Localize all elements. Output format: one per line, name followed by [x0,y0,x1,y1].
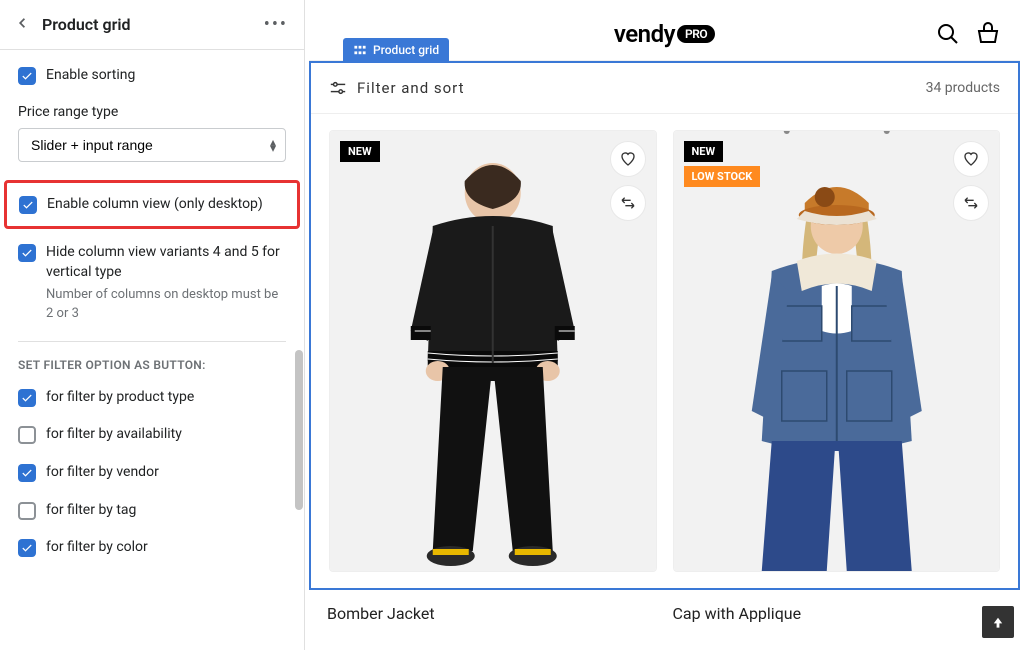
checkbox-checked-icon [18,539,36,557]
sliders-icon [329,79,347,97]
enable-sorting-label: Enable sorting [46,66,135,86]
checkbox-checked-icon [18,67,36,85]
product-card[interactable]: NEW [329,130,657,572]
product-grid: NEW [311,114,1018,588]
new-badge: NEW [340,141,380,162]
product-title[interactable]: Cap with Applique [673,590,1003,637]
filter-tag-row[interactable]: for filter by tag [18,501,286,521]
checkbox-checked-icon [18,389,36,407]
arrow-up-icon [991,615,1005,629]
scroll-to-top-button[interactable] [982,606,1014,638]
filter-section-heading: SET FILTER OPTION AS BUTTON: [18,358,286,372]
filter-product-type-row[interactable]: for filter by product type [18,388,286,408]
logo-pro-badge: PRO [677,25,715,43]
filter-availability-row[interactable]: for filter by availability [18,425,286,445]
hide-column-variants-sub: Number of columns on desktop must be 2 o… [46,286,286,322]
product-image: NEW LOW STOCK [674,131,1000,571]
back-chevron-icon[interactable] [16,14,30,35]
preview-pane: Product grid vendy PRO Filter and sort 3… [305,0,1024,650]
checkbox-unchecked-icon [18,426,36,444]
filter-sort-label: Filter and sort [357,79,465,97]
checkbox-checked-icon [18,244,36,262]
checkbox-checked-icon [18,464,36,482]
more-actions-icon[interactable]: ••• [264,14,288,35]
filter-product-type-label: for filter by product type [46,388,194,408]
enable-column-view-row[interactable]: Enable column view (only desktop) [19,195,285,215]
filter-vendor-label: for filter by vendor [46,463,159,483]
product-card[interactable]: NEW LOW STOCK [673,130,1001,572]
enable-column-view-label: Enable column view (only desktop) [47,195,263,215]
compare-icon[interactable] [610,185,646,221]
price-range-select[interactable]: Slider + input range [18,128,286,162]
low-stock-badge: LOW STOCK [684,166,761,187]
highlighted-option: Enable column view (only desktop) [4,180,300,230]
filter-color-label: for filter by color [46,538,148,558]
product-count: 34 products [926,80,1000,96]
checkbox-unchecked-icon [18,502,36,520]
product-title[interactable]: Bomber Jacket [327,590,657,637]
store-logo[interactable]: vendy PRO [614,20,715,48]
settings-sidebar: Product grid ••• Enable sorting Price ra… [0,0,305,650]
compare-icon[interactable] [953,185,989,221]
search-icon[interactable] [936,22,960,46]
selected-block-area[interactable]: Filter and sort 34 products NEW [309,61,1020,590]
filter-tag-label: for filter by tag [46,501,136,521]
wishlist-icon[interactable] [610,141,646,177]
wishlist-icon[interactable] [953,141,989,177]
price-range-label: Price range type [18,104,286,120]
hide-column-variants-row[interactable]: Hide column view variants 4 and 5 for ve… [18,243,286,323]
sidebar-scrollbar[interactable] [294,200,304,650]
section-divider [18,341,286,342]
new-badge: NEW [684,141,724,162]
filter-sort-trigger[interactable]: Filter and sort [329,79,465,97]
block-tag-label: Product grid [373,43,439,57]
sidebar-title: Product grid [42,15,131,34]
filter-vendor-row[interactable]: for filter by vendor [18,463,286,483]
product-image: NEW [330,131,656,571]
hide-column-variants-label: Hide column view variants 4 and 5 for ve… [46,243,286,282]
enable-sorting-row[interactable]: Enable sorting [18,66,286,86]
filter-bar: Filter and sort 34 products [311,63,1018,114]
sidebar-header: Product grid ••• [0,0,304,50]
block-tag[interactable]: Product grid [343,38,449,62]
filter-availability-label: for filter by availability [46,425,182,445]
checkbox-checked-icon [19,196,37,214]
filter-color-row[interactable]: for filter by color [18,538,286,558]
basket-icon[interactable] [976,22,1000,46]
block-tag-icon [353,43,367,57]
